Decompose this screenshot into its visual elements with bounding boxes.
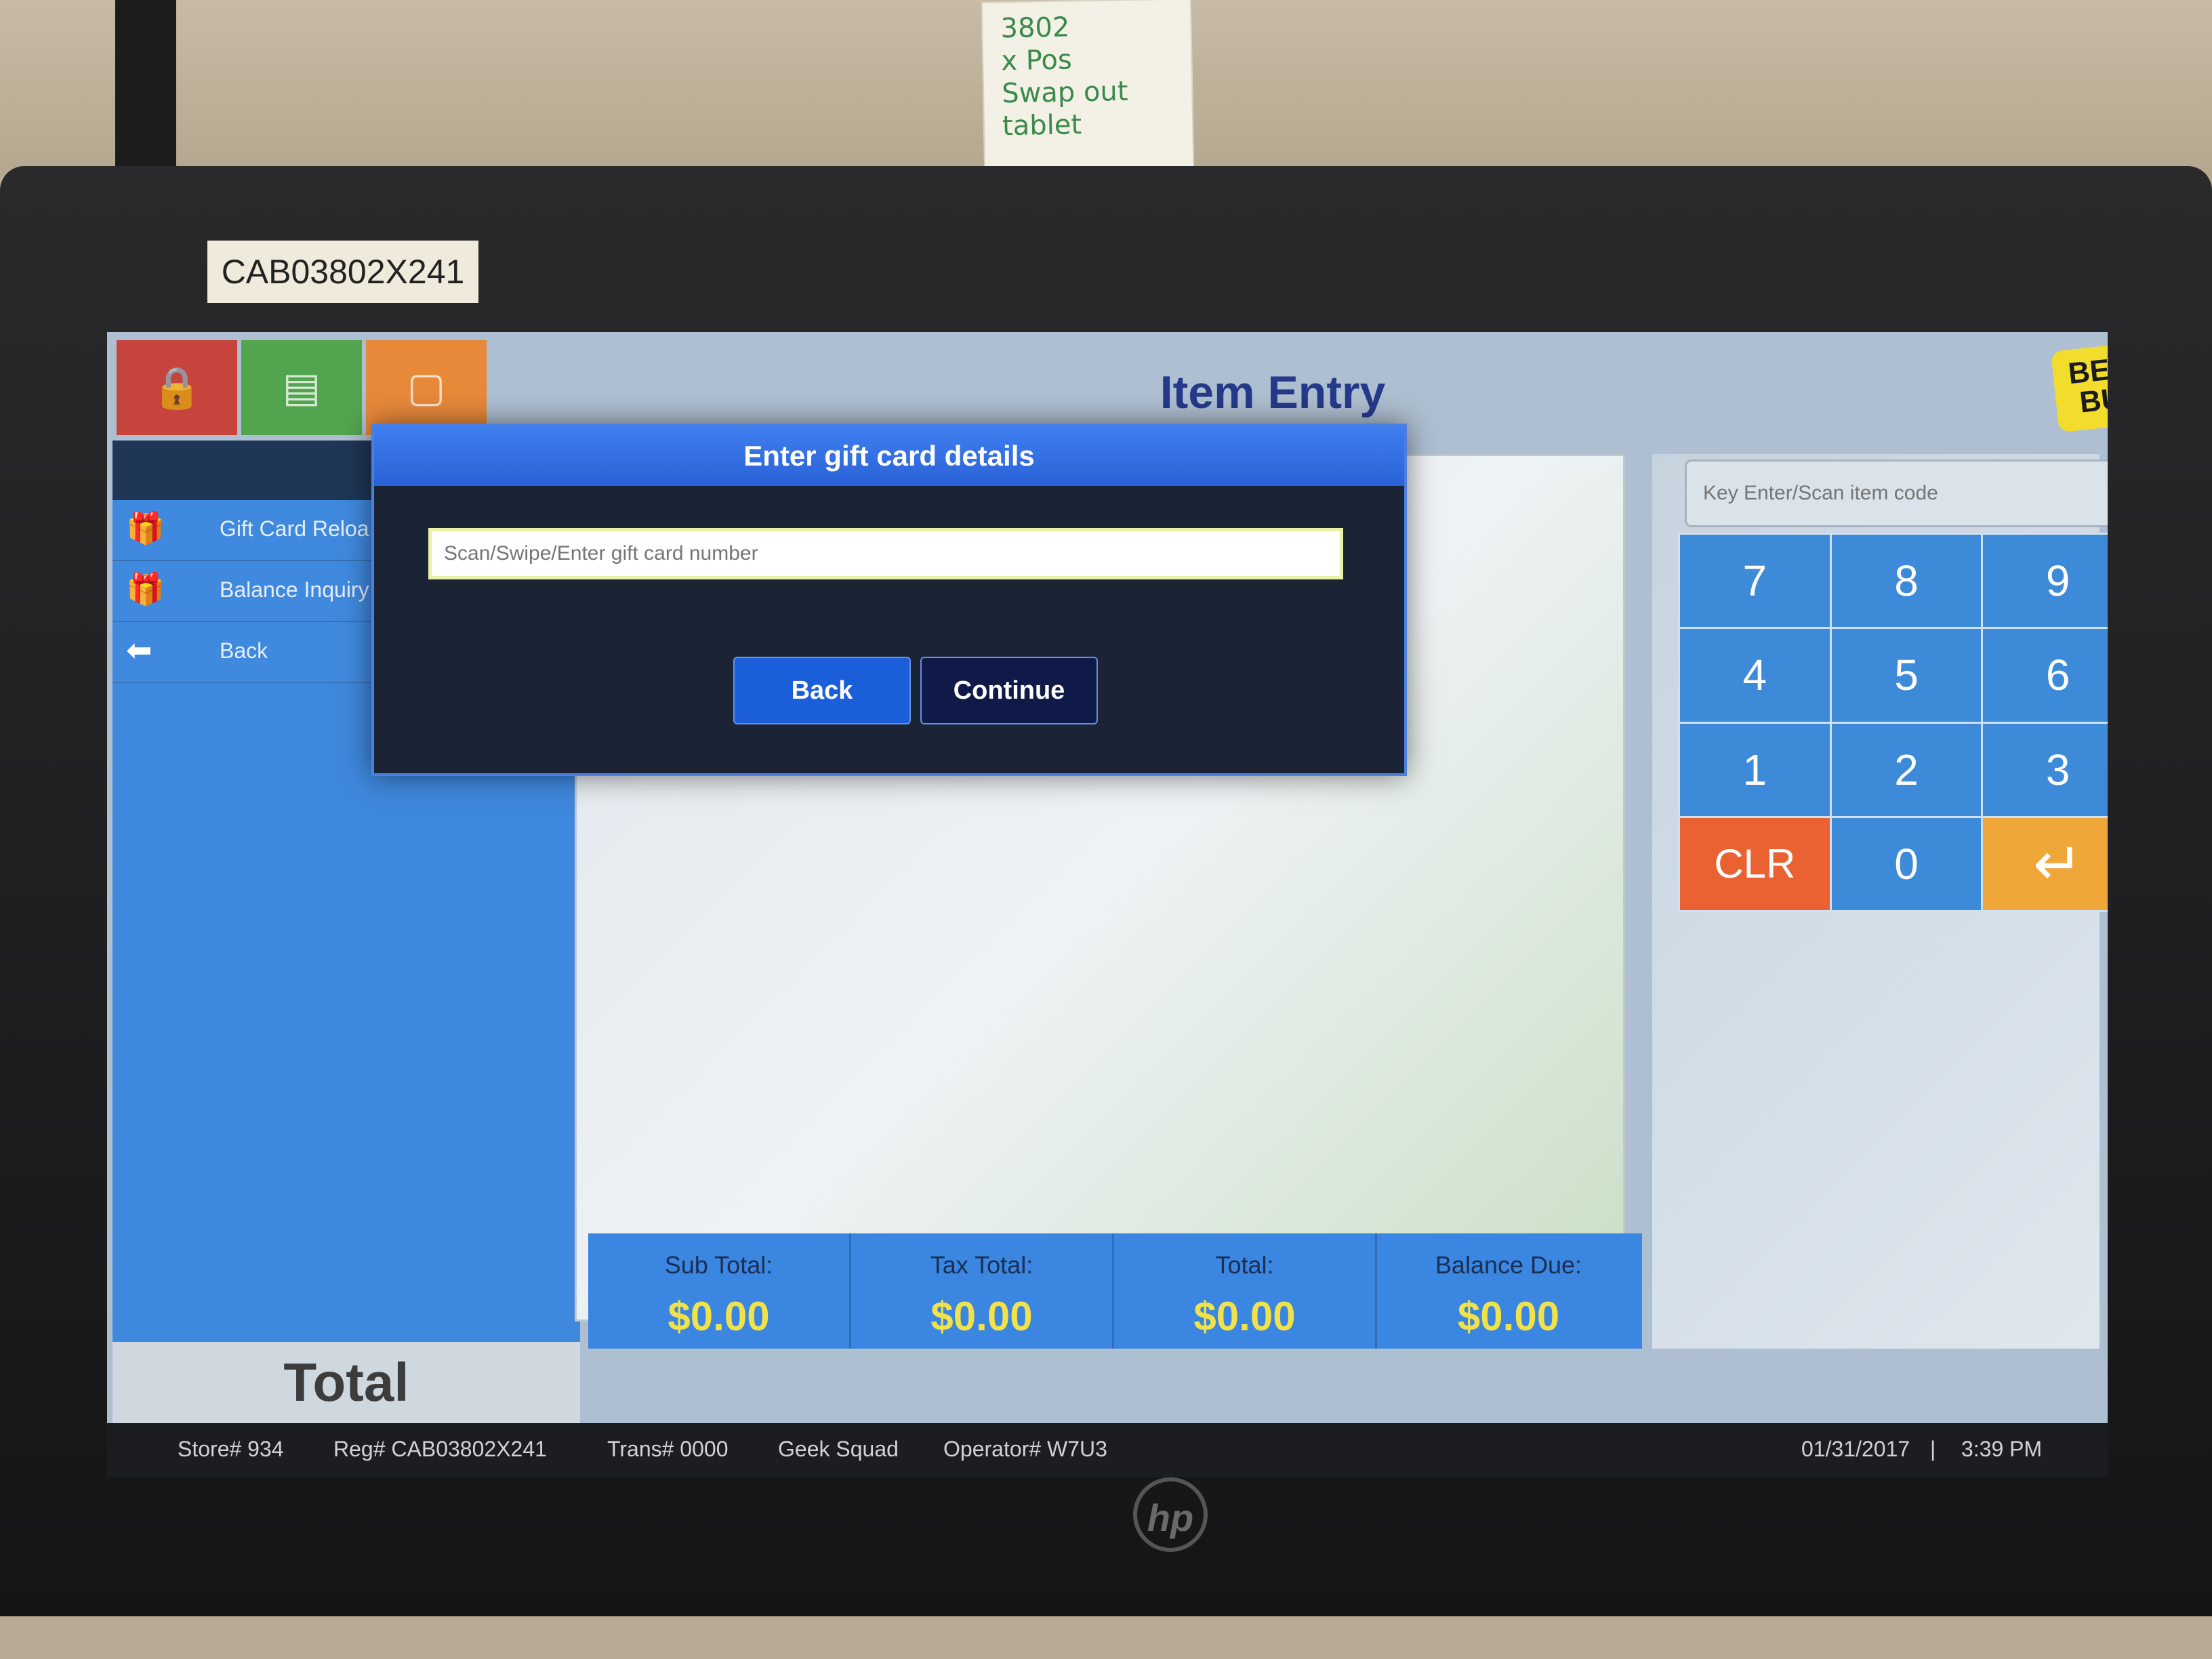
best-buy-logo: BEST BUY	[2051, 340, 2108, 433]
status-bar: Store# 934 Reg# CAB03802X241 Trans# 0000…	[107, 1423, 2108, 1477]
arrow-left-icon: ⬅	[126, 632, 152, 668]
store-number: Store# 934	[178, 1437, 284, 1461]
totals-bar: Sub Total: $0.00 Tax Total: $0.00 Total:…	[588, 1233, 1642, 1349]
total-label: Total:	[1215, 1251, 1274, 1279]
balance-due-label: Balance Due:	[1435, 1251, 1582, 1279]
background-cable	[115, 0, 176, 169]
gift-card-dialog: Enter gift card details Back Continue	[371, 424, 1407, 776]
gift-card-number-input[interactable]	[428, 528, 1343, 579]
balance-due-cell: Balance Due: $0.00	[1377, 1233, 1640, 1349]
status-separator: |	[1930, 1437, 1936, 1461]
register-number: Reg# CAB03802X241	[333, 1437, 547, 1461]
balance-due-value: $0.00	[1457, 1294, 1560, 1339]
asset-tag-label: CAB03802X241	[207, 241, 478, 303]
subtotal-value: $0.00	[668, 1294, 770, 1339]
total-panel: Total	[112, 1342, 580, 1423]
sidebar-item-label: Back	[220, 638, 268, 663]
gift-card-inquiry-icon: 🎁	[126, 571, 165, 607]
key-4[interactable]: 4	[1680, 629, 1830, 722]
tax-total-value: $0.00	[930, 1294, 1033, 1339]
tax-total-cell: Tax Total: $0.00	[851, 1233, 1114, 1349]
status-time: 3:39 PM	[1961, 1437, 2043, 1461]
box-icon: ▢	[407, 365, 446, 410]
page-title: Item Entry	[1160, 367, 1386, 418]
key-0[interactable]: 0	[1831, 817, 1982, 910]
key-9[interactable]: 9	[1983, 535, 2108, 628]
gift-card-reload-icon: 🎁	[126, 510, 165, 546]
key-1[interactable]: 1	[1680, 723, 1830, 816]
clear-key[interactable]: CLR	[1680, 817, 1830, 910]
key-6[interactable]: 6	[1983, 629, 2108, 722]
transaction-number: Trans# 0000	[607, 1437, 729, 1461]
pos-screen: 🔒 ▤ ▢ Item Entry BEST BUY Menu 🎁 Gift Ca…	[107, 332, 2108, 1477]
sidebar-item-label: Balance Inquiry	[220, 577, 369, 602]
sticky-line: Swap out	[1001, 75, 1128, 110]
continue-button[interactable]: Continue	[920, 657, 1098, 724]
tax-total-label: Tax Total:	[930, 1251, 1033, 1279]
key-2[interactable]: 2	[1831, 723, 1982, 816]
enter-key-icon[interactable]: ↵	[1983, 817, 2108, 910]
total-value: $0.00	[1193, 1294, 1296, 1339]
key-5[interactable]: 5	[1831, 629, 1982, 722]
department: Geek Squad	[778, 1437, 899, 1461]
key-3[interactable]: 3	[1983, 723, 2108, 816]
sticky-note: 3802 x Pos Swap out tablet	[981, 0, 1195, 171]
chat-icon: ▤	[282, 365, 321, 410]
box-tile[interactable]: ▢	[366, 340, 487, 435]
hp-logo: hp	[1133, 1477, 1208, 1552]
numeric-keypad: 7 8 9 4 5 6 1 2 3 CLR 0 ↵	[1678, 533, 2108, 912]
lock-icon: 🔒	[151, 365, 203, 411]
total-cell: Total: $0.00	[1114, 1233, 1377, 1349]
sticky-line: x Pos	[1000, 44, 1073, 77]
back-button[interactable]: Back	[733, 657, 911, 724]
item-code-input[interactable]	[1685, 459, 2108, 527]
status-date: 01/31/2017	[1801, 1437, 1910, 1461]
chat-tile[interactable]: ▤	[241, 340, 362, 435]
sticky-line: 3802	[1000, 12, 1070, 45]
operator-number: Operator# W7U3	[943, 1437, 1107, 1461]
lock-tile[interactable]: 🔒	[117, 340, 237, 435]
subtotal-label: Sub Total:	[664, 1251, 773, 1279]
subtotal-cell: Sub Total: $0.00	[588, 1233, 851, 1349]
sidebar-item-label: Gift Card Reloa	[220, 516, 369, 541]
key-8[interactable]: 8	[1831, 535, 1982, 628]
key-7[interactable]: 7	[1680, 535, 1830, 628]
dialog-title: Enter gift card details	[374, 426, 1404, 486]
sticky-line: tablet	[1002, 109, 1082, 142]
